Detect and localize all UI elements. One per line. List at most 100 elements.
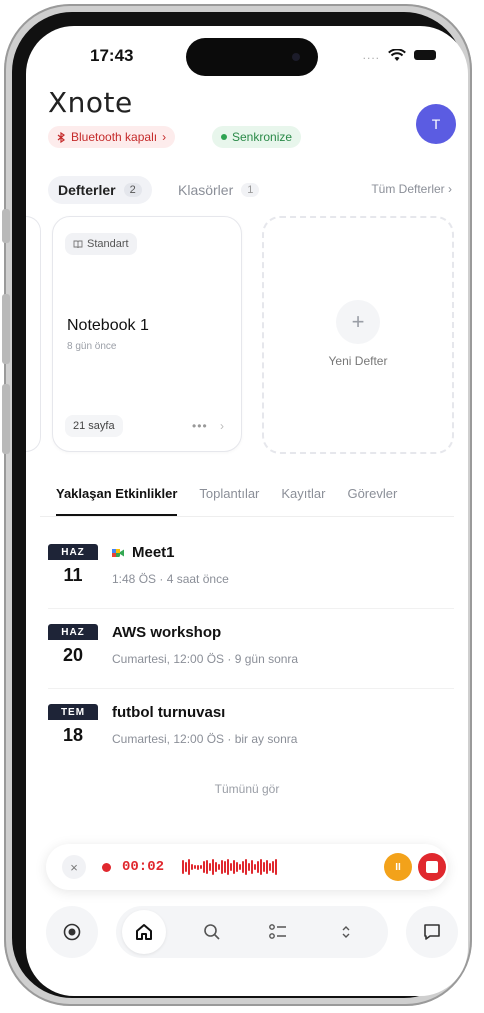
event-month: TEM	[48, 704, 98, 720]
tab-folders-label: Klasörler	[178, 182, 234, 198]
notebook-card[interactable]: Standart Notebook 1 8 gün önce 21 sayfa …	[52, 216, 242, 452]
signal-icon: ....	[362, 48, 380, 62]
expand-button[interactable]	[332, 918, 360, 946]
event-title-row: AWS workshop	[112, 624, 221, 641]
waveform-bar	[242, 861, 244, 873]
tab-meetings[interactable]: Toplantılar	[199, 486, 259, 516]
waveform-bar	[206, 860, 208, 874]
more-options-icon[interactable]: ••• ›	[192, 419, 225, 433]
record-icon	[63, 923, 81, 941]
new-notebook-card[interactable]: + Yeni Defter	[262, 216, 454, 454]
stop-icon	[426, 861, 438, 873]
chat-icon	[424, 924, 440, 940]
event-title-row: Meet1	[112, 544, 175, 561]
screen: 17:43 .... Xnote T Bluetooth kapalı › Se…	[26, 26, 468, 996]
notebook-type-tag: Standart	[65, 233, 137, 255]
event-date: TEM 18	[48, 704, 98, 748]
divider	[48, 688, 454, 689]
event-time: Cumartesi, 12:00 ÖS · 9 gün sonra	[112, 652, 299, 666]
chevron-right-icon: ›	[162, 130, 167, 144]
tasks-button[interactable]	[264, 918, 292, 946]
chat-button[interactable]	[406, 906, 458, 958]
waveform-bar	[248, 863, 250, 871]
action-button	[2, 209, 10, 243]
notebook-type-label: Standart	[87, 238, 129, 250]
event-title: futbol turnuvası	[112, 704, 226, 721]
waveform-bar	[221, 860, 223, 874]
event-date: HAZ 20	[48, 624, 98, 668]
bezel: 17:43 .... Xnote T Bluetooth kapalı › Se…	[12, 12, 468, 998]
see-all-link[interactable]: Tümünü gör	[26, 782, 468, 796]
tab-recordings[interactable]: Kayıtlar	[281, 486, 325, 516]
sync-status-label: Senkronize	[232, 130, 293, 144]
tab-tasks[interactable]: Görevler	[347, 486, 397, 516]
pause-button[interactable]: II	[384, 853, 412, 881]
home-button[interactable]	[122, 910, 166, 954]
volume-up-button	[2, 294, 10, 364]
notebooks-count-badge: 2	[123, 183, 142, 197]
event-item[interactable]: TEM 18 futbol turnuvası Cumartesi, 12:00…	[48, 698, 460, 760]
waveform-bar	[254, 864, 256, 870]
sync-dot-icon	[221, 134, 227, 140]
battery-icon	[414, 50, 436, 60]
waveform-bar	[245, 859, 247, 875]
waveform-bar	[239, 864, 241, 870]
status-time: 17:43	[90, 46, 134, 65]
recording-dot-icon	[102, 863, 111, 872]
waveform-bar	[188, 859, 190, 875]
waveform-bar	[257, 861, 259, 873]
bluetooth-off-icon	[57, 131, 66, 143]
event-title: Meet1	[132, 544, 175, 561]
tab-notebooks-label: Defterler	[58, 182, 116, 198]
search-button[interactable]	[198, 918, 226, 946]
tab-notebooks[interactable]: Defterler 2	[48, 176, 152, 204]
waveform-bar	[200, 865, 202, 869]
chevron-up-down-icon	[342, 926, 350, 938]
previous-card-edge[interactable]	[26, 216, 41, 452]
phone-frame: 17:43 .... Xnote T Bluetooth kapalı › Se…	[2, 4, 472, 1006]
event-title-row: futbol turnuvası	[112, 704, 225, 721]
notebook-updated: 8 gün önce	[67, 341, 117, 352]
bluetooth-status-pill[interactable]: Bluetooth kapalı ›	[48, 126, 176, 148]
waveform-bar	[227, 859, 229, 875]
event-day: 11	[63, 564, 83, 585]
notebook-title: Notebook 1	[67, 317, 149, 334]
dynamic-island	[186, 38, 318, 76]
more-dots: •••	[192, 419, 208, 433]
recording-bar: × 00:02 II	[46, 844, 448, 890]
recording-timer: 00:02	[122, 859, 165, 875]
search-icon	[204, 924, 220, 940]
waveform-bar	[212, 859, 214, 875]
waveform-bar	[209, 863, 211, 871]
event-item[interactable]: HAZ 11 Meet1 1:48 ÖS · 4 saat önce	[48, 538, 460, 600]
waveform-bar	[194, 865, 196, 869]
waveform-bar	[185, 862, 187, 872]
new-notebook-label: Yeni Defter	[328, 354, 388, 368]
event-month: HAZ	[48, 544, 98, 560]
event-time: 1:48 ÖS · 4 saat önce	[112, 572, 229, 586]
folders-count-badge: 1	[241, 183, 260, 197]
record-button[interactable]	[46, 906, 98, 958]
wifi-icon	[388, 48, 406, 61]
waveform-bar	[197, 864, 199, 870]
waveform-bar	[218, 864, 220, 870]
waveform-bar	[260, 859, 262, 875]
chevron-right-icon: ›	[220, 419, 225, 433]
close-recording-button[interactable]: ×	[62, 855, 86, 879]
event-item[interactable]: HAZ 20 AWS workshop Cumartesi, 12:00 ÖS …	[48, 618, 460, 680]
bluetooth-status-label: Bluetooth kapalı	[71, 130, 158, 144]
divider	[48, 608, 454, 609]
event-title: AWS workshop	[112, 624, 222, 641]
waveform-bar	[236, 862, 238, 872]
waveform-bar	[230, 863, 232, 871]
event-tabs: Yaklaşan Etkinlikler Toplantılar Kayıtla…	[56, 486, 468, 516]
avatar[interactable]: T	[416, 104, 456, 144]
camera-icon	[292, 53, 300, 61]
checklist-icon	[269, 924, 286, 939]
tab-upcoming-events[interactable]: Yaklaşan Etkinlikler	[56, 486, 178, 516]
tab-folders[interactable]: Klasörler 1	[178, 176, 260, 204]
waveform-bar	[269, 863, 271, 871]
all-notebooks-link[interactable]: Tüm Defterler ›	[371, 182, 452, 196]
bottom-nav	[46, 906, 458, 962]
stop-button[interactable]	[418, 853, 446, 881]
